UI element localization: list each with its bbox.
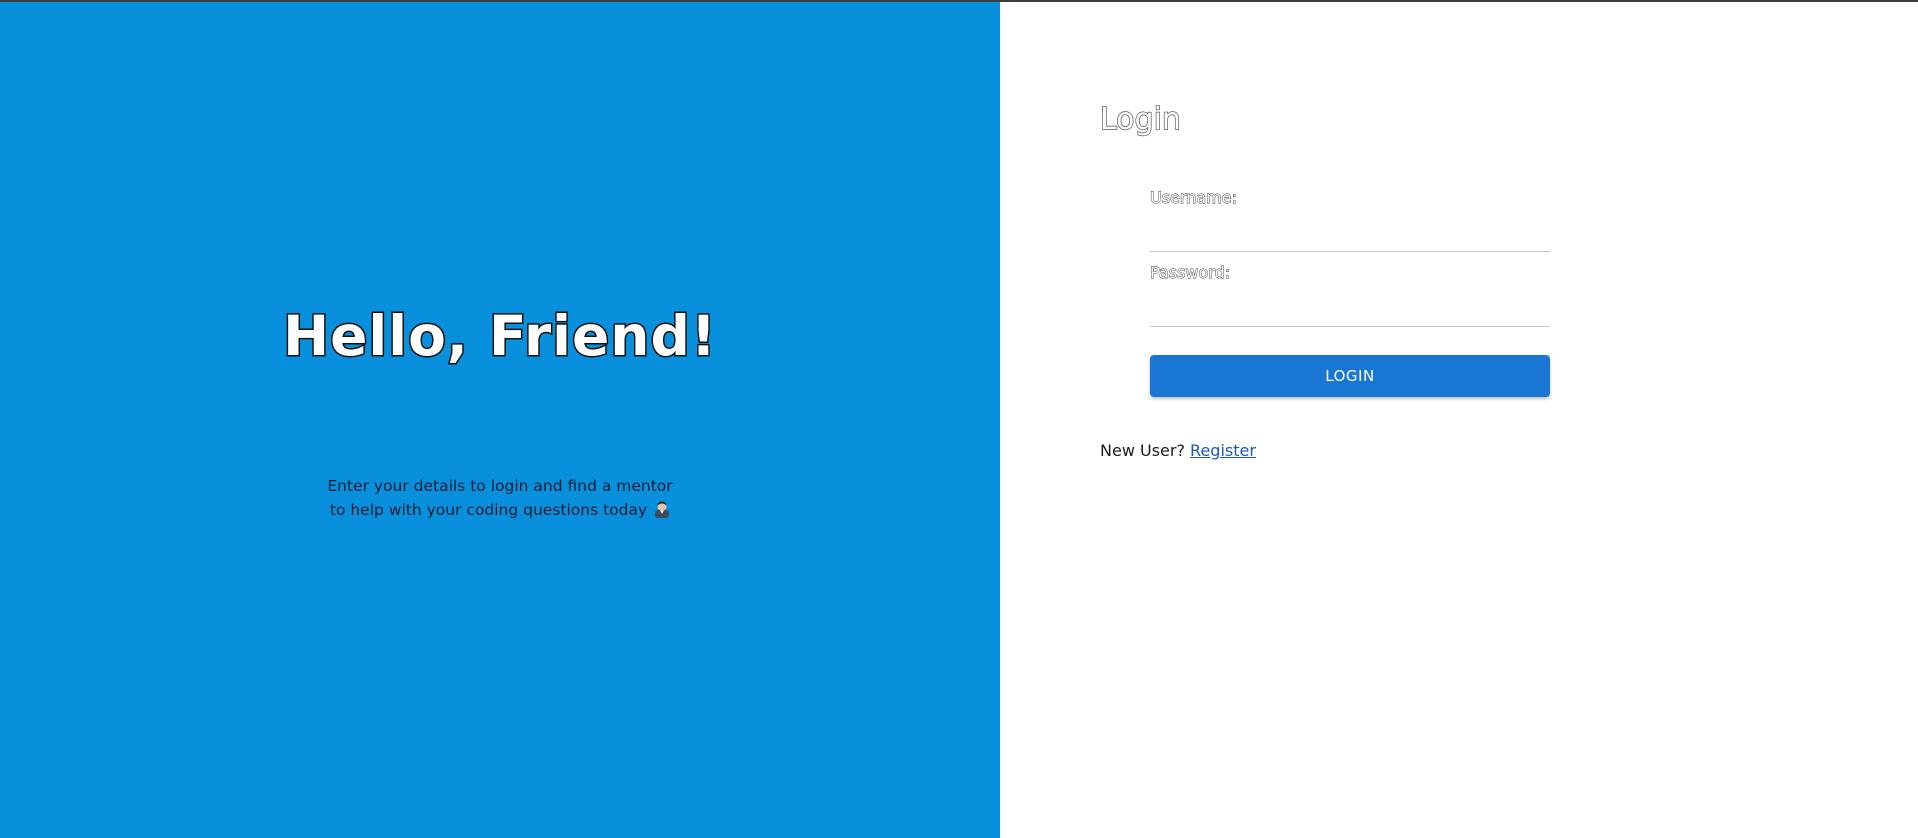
register-link[interactable]: Register [1190, 441, 1256, 460]
register-prompt: New User? Register [1100, 441, 1256, 460]
welcome-panel: Hello, Friend! Enter your details to log… [0, 2, 1000, 838]
username-label: Username: [1150, 188, 1238, 208]
welcome-subtitle-line-1: Enter your details to login and find a m… [327, 477, 673, 495]
welcome-subtitle-line-2-text: to help with your coding questions today [329, 501, 648, 519]
login-title: Login [1099, 101, 1181, 137]
welcome-title: Hello, Friend! [282, 303, 718, 370]
welcome-subtitle-line-2: to help with your coding questions today [0, 498, 1000, 522]
welcome-subtitle: Enter your details to login and find a m… [0, 474, 1000, 522]
person-emoji-icon [655, 501, 670, 518]
password-label: Password: [1150, 263, 1231, 283]
password-input[interactable] [1150, 298, 1550, 327]
username-input[interactable] [1150, 223, 1550, 252]
login-panel: Login Username: Password: LOGIN New User… [1000, 2, 1918, 838]
login-button[interactable]: LOGIN [1150, 355, 1550, 397]
new-user-text: New User? [1100, 441, 1185, 460]
